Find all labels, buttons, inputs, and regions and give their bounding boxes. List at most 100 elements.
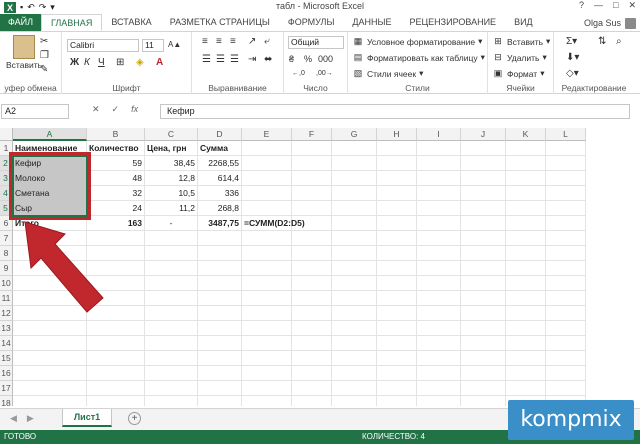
align-bottom-icon[interactable]: ≡: [230, 36, 236, 48]
cell[interactable]: [377, 171, 417, 186]
cell[interactable]: [145, 306, 198, 321]
cell[interactable]: [87, 366, 145, 381]
header-sum-cell[interactable]: Сумма: [198, 141, 242, 156]
cell[interactable]: [145, 276, 198, 291]
cell[interactable]: [292, 396, 332, 406]
italic-button[interactable]: К: [84, 57, 90, 69]
cell[interactable]: [242, 336, 292, 351]
cell[interactable]: [242, 171, 292, 186]
cell[interactable]: [332, 216, 377, 231]
cell[interactable]: [332, 231, 377, 246]
tab-insert[interactable]: ВСТАВКА: [102, 14, 160, 31]
cell[interactable]: [461, 321, 506, 336]
cell[interactable]: [292, 366, 332, 381]
cell[interactable]: [461, 201, 506, 216]
cell[interactable]: [292, 261, 332, 276]
cell[interactable]: [145, 396, 198, 406]
cell[interactable]: [461, 351, 506, 366]
row-header-17[interactable]: 17: [0, 381, 13, 396]
cell[interactable]: [461, 276, 506, 291]
cell[interactable]: [242, 246, 292, 261]
cell[interactable]: [242, 186, 292, 201]
cell[interactable]: [377, 156, 417, 171]
cell[interactable]: [292, 171, 332, 186]
cell[interactable]: [417, 366, 461, 381]
cell[interactable]: [242, 231, 292, 246]
font-name-select[interactable]: Calibri: [67, 39, 139, 52]
cell[interactable]: [506, 216, 546, 231]
cell[interactable]: [198, 381, 242, 396]
cell[interactable]: [332, 141, 377, 156]
clear-icon[interactable]: ◇▾: [566, 68, 579, 80]
cell[interactable]: [13, 321, 87, 336]
value-cell[interactable]: 38,45: [145, 156, 198, 171]
tab-review[interactable]: РЕЦЕНЗИРОВАНИЕ: [401, 14, 506, 31]
paste-button[interactable]: Вставить: [6, 35, 42, 70]
cell[interactable]: [377, 276, 417, 291]
cell[interactable]: [506, 186, 546, 201]
currency-icon[interactable]: ₴: [289, 53, 294, 65]
value-cell[interactable]: 24: [87, 201, 145, 216]
format-as-table-button[interactable]: ▤ Форматировать как таблицу ▾: [352, 52, 485, 63]
cell[interactable]: [506, 156, 546, 171]
fill-color-icon[interactable]: ◈: [136, 57, 144, 69]
spreadsheet-grid[interactable]: A B C D E F G H I J K L 1 2 3 4 5 6 7 8 9 10 11 12 13 14 15 16 17 18 Н…: [0, 128, 630, 406]
value-cell[interactable]: 59: [87, 156, 145, 171]
cell[interactable]: [546, 201, 586, 216]
align-right-icon[interactable]: ☰: [230, 54, 239, 66]
value-cell[interactable]: 268,8: [198, 201, 242, 216]
column-header-k[interactable]: K: [506, 128, 546, 141]
column-header-f[interactable]: F: [292, 128, 332, 141]
cell[interactable]: [242, 141, 292, 156]
cell[interactable]: [13, 366, 87, 381]
format-painter-icon[interactable]: ✎: [40, 64, 48, 76]
cell[interactable]: [292, 381, 332, 396]
cell[interactable]: [87, 351, 145, 366]
row-header-16[interactable]: 16: [0, 366, 13, 381]
minimize-button[interactable]: —: [594, 0, 603, 11]
bold-button[interactable]: Ж: [70, 57, 79, 69]
cell[interactable]: [417, 216, 461, 231]
cell[interactable]: [332, 366, 377, 381]
cell[interactable]: [145, 381, 198, 396]
product-name-cell[interactable]: Кефир: [13, 156, 87, 171]
cell[interactable]: [546, 321, 586, 336]
cell[interactable]: [461, 396, 506, 406]
cell[interactable]: [242, 366, 292, 381]
value-cell[interactable]: 336: [198, 186, 242, 201]
row-header-11[interactable]: 11: [0, 291, 13, 306]
cell[interactable]: [332, 261, 377, 276]
cell[interactable]: [546, 366, 586, 381]
cell[interactable]: [546, 261, 586, 276]
cell[interactable]: [292, 276, 332, 291]
row-header-5[interactable]: 5: [0, 201, 13, 216]
row-header-14[interactable]: 14: [0, 336, 13, 351]
cell[interactable]: [332, 381, 377, 396]
column-header-l[interactable]: L: [546, 128, 586, 141]
value-cell[interactable]: 614,4: [198, 171, 242, 186]
tab-view[interactable]: ВИД: [505, 14, 542, 31]
cell[interactable]: [87, 396, 145, 406]
cell[interactable]: [417, 201, 461, 216]
cell[interactable]: [292, 231, 332, 246]
cell[interactable]: [546, 231, 586, 246]
cell[interactable]: [377, 216, 417, 231]
cell[interactable]: [417, 351, 461, 366]
cell[interactable]: [292, 336, 332, 351]
formula-input[interactable]: Кефир: [160, 104, 630, 119]
cell-styles-button[interactable]: ▧ Стили ячеек ▾: [352, 68, 424, 79]
cell[interactable]: [332, 156, 377, 171]
cut-icon[interactable]: ✂: [40, 36, 48, 48]
row-header-15[interactable]: 15: [0, 351, 13, 366]
column-header-a[interactable]: A: [13, 128, 87, 141]
maximize-button[interactable]: □: [613, 0, 618, 11]
cell[interactable]: [506, 246, 546, 261]
user-account[interactable]: Olga Sus: [584, 14, 636, 32]
column-header-b[interactable]: B: [87, 128, 145, 141]
cell[interactable]: [377, 336, 417, 351]
number-format-select[interactable]: Общий: [288, 36, 344, 49]
cell[interactable]: [145, 336, 198, 351]
cell[interactable]: [292, 246, 332, 261]
cell[interactable]: [332, 291, 377, 306]
column-header-d[interactable]: D: [198, 128, 242, 141]
